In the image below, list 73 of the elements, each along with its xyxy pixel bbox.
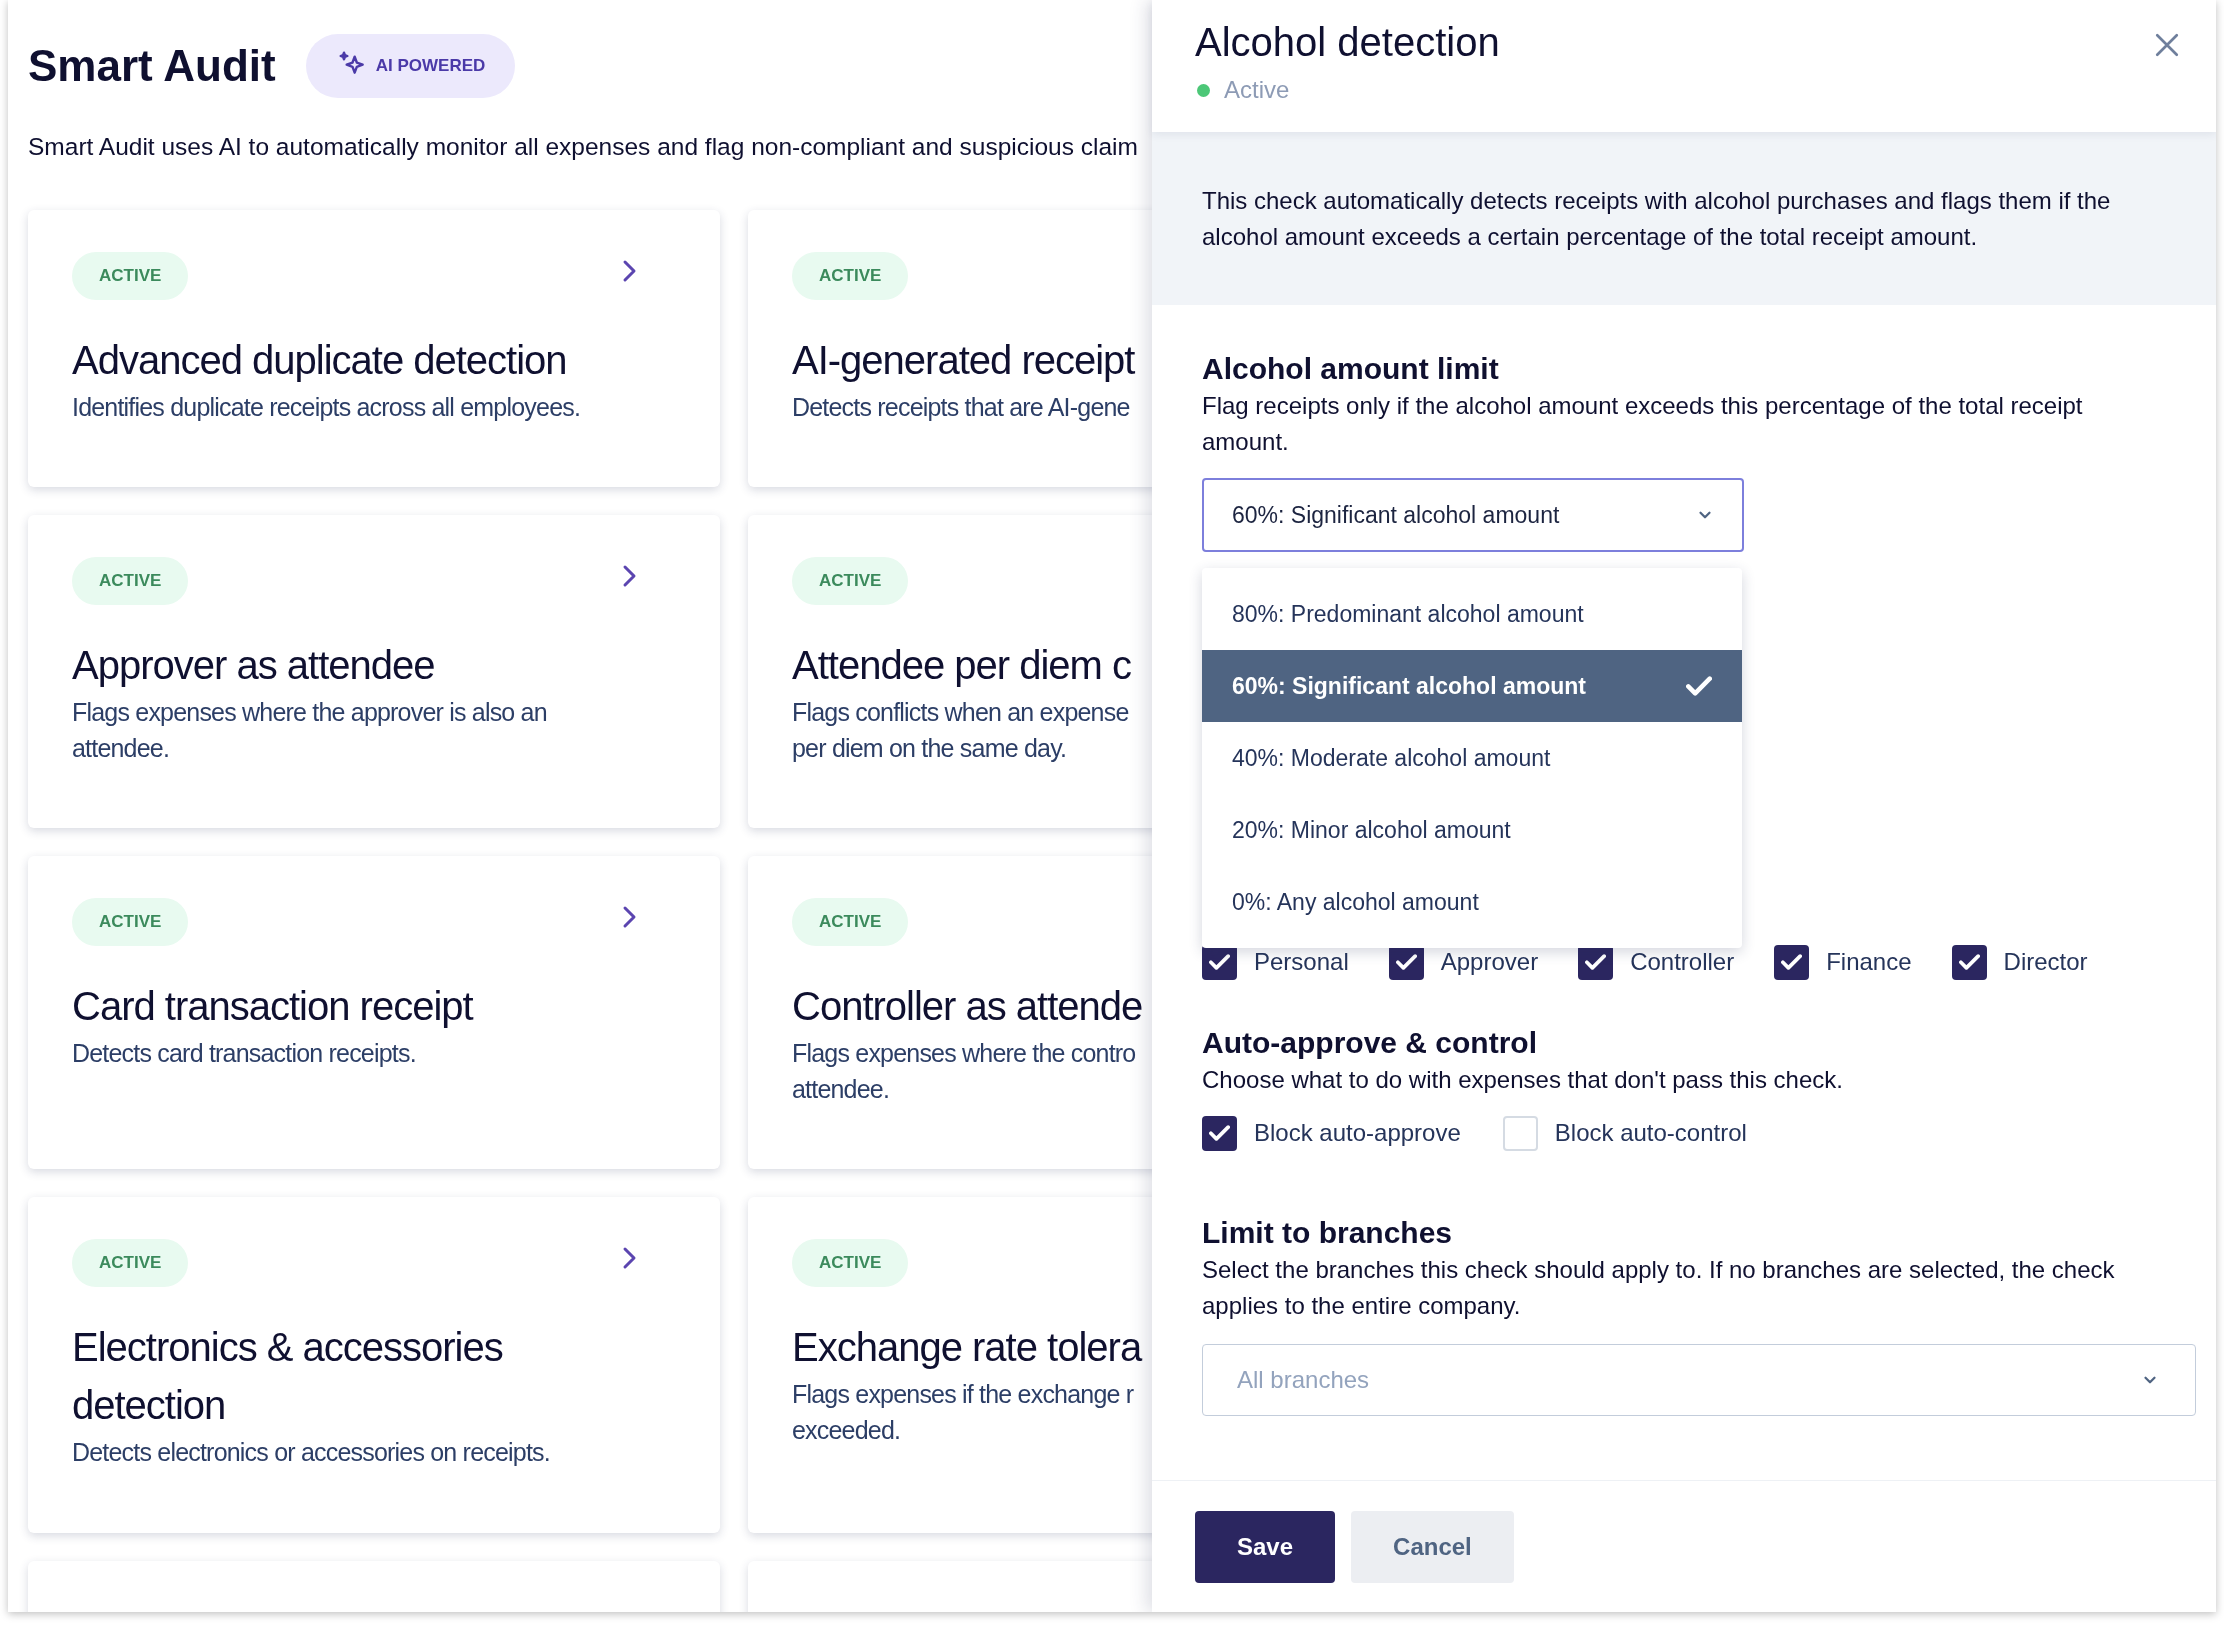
rule-card[interactable]: ACTIVE AI-generated receipt Detects receipts that are AI-gene [748,210,1152,487]
rule-card[interactable]: ACTIVE Controller as attende Flags expenses where the contro attendee. [748,856,1152,1169]
status-badge: ACTIVE [72,252,189,300]
card-title: Attendee per diem c [792,642,1132,689]
check-icon [1686,676,1712,696]
rule-card[interactable]: ACTIVE Exchange rate tolera Flags expenses if the exchange r exceeded. [748,1197,1152,1533]
section-heading: Auto-approve & control [1202,1025,1538,1061]
section-description: Flag receipts only if the alcohol amount exceeds this percentage of the total receipt amount. [1202,391,2084,457]
card-title: Advanced duplicate detection [72,337,568,384]
card-title: Electronics & accessories detection [72,1324,504,1429]
card-description: Detects electronics or accessories on receipts. [72,1437,551,1468]
card-description: Detects card transaction receipts. [72,1038,417,1069]
section-description: Choose what to do with expenses that don't pass this check. [1202,1065,1844,1095]
close-icon[interactable] [2154,32,2180,58]
branches-select[interactable]: All branches [1202,1344,2196,1416]
page-title: Smart Audit [28,40,276,92]
status-text: Active [1224,75,1290,105]
status-badge: ACTIVE [792,252,909,300]
cancel-button[interactable]: Cancel [1351,1510,1514,1583]
info-text: This check automatically detects receipts with alcohol purchases and flags them if the alcohol amount exceeds a certain percentage of the total receipt amount. [1202,185,2112,252]
dropdown-option[interactable]: 0%: Any alcohol amount [1202,866,1742,938]
status-badge: ACTIVE [72,898,189,946]
checkbox-label: Controller [1630,947,1735,977]
rule-card[interactable]: ACTIVE Attendee per diem c Flags conflicts when an expense per diem on the same day. [748,515,1152,828]
save-button[interactable]: Save [1195,1510,1336,1583]
panel-title: Alcohol detection [1195,19,1500,66]
checkbox[interactable] [1774,944,1810,980]
card-title: Approver as attendee [72,642,436,689]
card-title: AI-generated receipt [792,337,1136,384]
check-icon [1209,954,1230,970]
section-heading: Limit to branches [1202,1215,1454,1251]
section-heading: Alcohol amount limit [1202,351,1500,387]
card-description: Flags expenses where the contro attendee. [792,1038,1137,1105]
rule-card[interactable]: ACTIVE Electronics & accessories detection Detects electronics or accessories on receipts. [28,1197,720,1533]
checkbox[interactable] [1502,1115,1538,1151]
checkbox-label: Approver [1440,947,1539,977]
dropdown-option[interactable]: 20%: Minor alcohol amount [1202,794,1742,866]
card-title: Controller as attende [792,983,1144,1030]
status-badge: ACTIVE [792,1239,909,1287]
status-badge: ACTIVE [792,557,909,605]
card-title: Card transaction receipt [72,983,475,1030]
branches-input[interactable]: All branches [1237,1362,1737,1398]
checkbox-label: Block auto-control [1554,1118,1747,1148]
checkbox-label: Finance [1826,947,1912,977]
status-badge: ACTIVE [72,1239,189,1287]
dropdown-option[interactable]: 60%: Significant alcohol amount [1202,650,1742,722]
checkbox-label: Personal [1254,947,1349,977]
check-icon [1781,954,1803,970]
rule-card[interactable]: ACTIVE Advanced duplicate detection Identifies duplicate receipts across all employees. [28,210,720,487]
check-icon [1209,1125,1230,1141]
limit-select[interactable]: 60%: Significant alcohol amount [1202,478,1744,552]
card-description: Detects receipts that are AI-gene [792,392,1131,423]
checkbox-label: Director [2003,947,2088,977]
check-icon [1958,954,1980,970]
checkbox[interactable] [1202,1115,1237,1151]
rule-card[interactable]: ACTIVE Approver as attendee Flags expenses where the approver is also an attendee. [28,515,720,828]
card-description: Flags expenses where the approver is also an attendee. [72,697,548,764]
card-description: Flags conflicts when an expense per diem on the same day. [792,697,1130,764]
check-icon [1395,954,1417,970]
status-badge: ACTIVE [792,898,909,946]
section-description: Select the branches this check should apply to. If no branches are selected, the check applies to the entire company. [1202,1255,2116,1321]
ai-powered-badge: AI POWERED [305,34,516,98]
checkbox[interactable] [1951,944,1987,980]
check-icon [1585,954,1607,970]
intro-text: Smart Audit uses AI to automatically monitor all expenses and flag non-compliant and suspicious claim [28,132,1139,162]
rule-card[interactable]: ACTIVE Card transaction receipt Detects card transaction receipts. [28,856,720,1169]
card-description: Flags expenses if the exchange r exceeded. [792,1379,1135,1446]
dropdown-option[interactable]: 80%: Predominant alcohol amount [1202,578,1742,650]
dropdown-option[interactable]: 40%: Moderate alcohol amount [1202,722,1742,794]
status-badge: ACTIVE [72,557,189,605]
checkbox-label: Block auto-approve [1254,1118,1461,1148]
card-description: Identifies duplicate receipts across all employees. [72,392,582,423]
card-title: Exchange rate tolera [792,1324,1143,1371]
